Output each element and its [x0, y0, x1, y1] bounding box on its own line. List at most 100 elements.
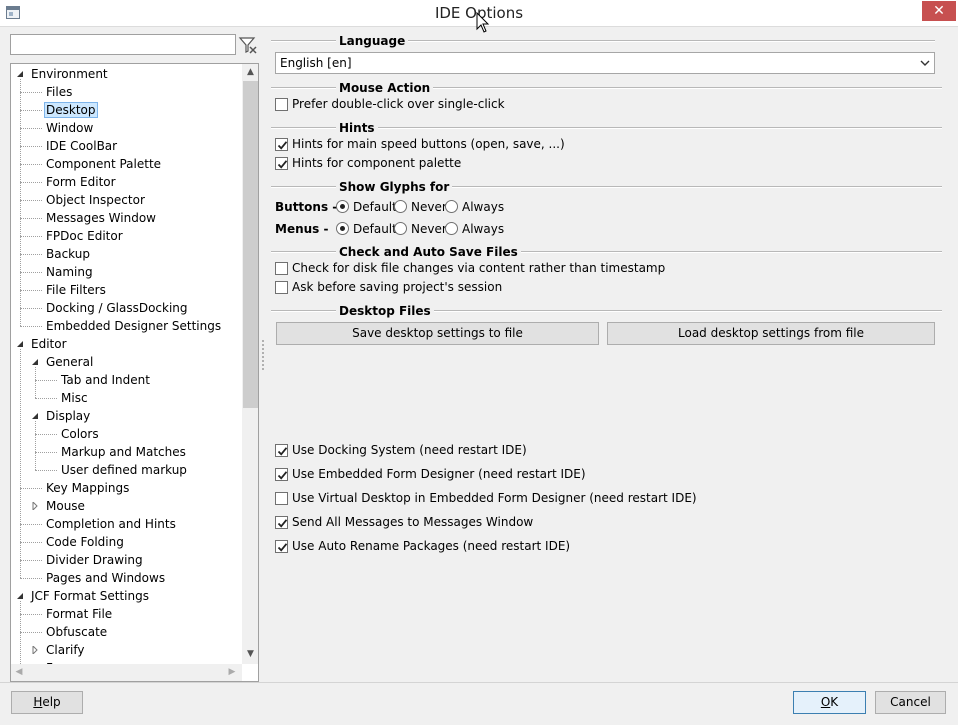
checkbox-box[interactable]	[275, 281, 288, 294]
checkbox-label: Use Virtual Desktop in Embedded Form Des…	[292, 491, 697, 505]
checkbox-label: Check for disk file changes via content …	[292, 261, 666, 275]
tree-guide-line	[20, 200, 42, 201]
tree-item[interactable]: Colors	[59, 425, 101, 443]
tree-vertical-scrollbar[interactable]: ▲ ▼	[242, 64, 258, 664]
tree-item[interactable]: Divider Drawing	[44, 551, 145, 569]
tree-item-label: Form Editor	[46, 175, 116, 189]
language-select-value: English [en]	[280, 56, 352, 70]
tree-item-label: Display	[46, 409, 91, 423]
filter-clear-icon[interactable]	[238, 35, 258, 55]
tree-item[interactable]: Environment	[29, 65, 110, 83]
tree-item[interactable]: JCF Format Settings	[29, 587, 151, 605]
tree-item[interactable]: Key Mappings	[44, 479, 131, 497]
tree-item[interactable]: Docking / GlassDocking	[44, 299, 190, 317]
tree-item[interactable]: File Filters	[44, 281, 108, 299]
tree-expanded-icon[interactable]	[16, 592, 24, 600]
tree-item-label: Obfuscate	[46, 625, 108, 639]
scroll-up-icon[interactable]: ▲	[245, 67, 256, 77]
tree-item-label: Files	[46, 85, 73, 99]
checkbox-box[interactable]	[275, 492, 288, 505]
tree-item[interactable]: Obfuscate	[44, 623, 109, 641]
tree-horizontal-scrollbar[interactable]: ◀ ▶	[11, 664, 242, 681]
language-select[interactable]: English [en]	[275, 52, 935, 74]
checkmark-icon	[277, 447, 288, 456]
tree-item[interactable]: Naming	[44, 263, 95, 281]
scroll-thumb[interactable]	[243, 81, 258, 408]
tree-guide-line	[20, 182, 42, 183]
ok-mnemonic: O	[820, 695, 831, 709]
tree-item[interactable]: Desktop	[44, 101, 98, 119]
tree-item[interactable]: Window	[44, 119, 95, 137]
tree-guide-line	[20, 164, 42, 165]
tree-guide-line	[20, 272, 42, 273]
tree-item[interactable]: Display	[44, 407, 92, 425]
tree-item[interactable]: Markup and Matches	[59, 443, 188, 461]
tree-guide-line	[20, 218, 42, 219]
tree-item[interactable]: IDE CoolBar	[44, 137, 119, 155]
tree-item-label: Tab and Indent	[61, 373, 150, 387]
ok-button[interactable]: OK	[793, 691, 866, 714]
tree-item[interactable]: Misc	[59, 389, 90, 407]
radio-circle[interactable]	[394, 200, 407, 213]
checkbox-box[interactable]	[275, 468, 288, 481]
load-desktop-settings-button[interactable]: Load desktop settings from file	[607, 322, 935, 345]
scroll-left-icon[interactable]: ◀	[14, 667, 24, 678]
tree-expanded-icon[interactable]	[31, 412, 39, 420]
checkbox-box[interactable]	[275, 157, 288, 170]
tree-collapsed-icon[interactable]	[31, 502, 39, 510]
radio-circle[interactable]	[394, 222, 407, 235]
tree-item[interactable]: Mouse	[44, 497, 87, 515]
tree-collapsed-icon[interactable]	[31, 646, 39, 654]
filter-input[interactable]	[10, 34, 236, 55]
tree-guide-line	[20, 488, 42, 489]
options-tree[interactable]: Environment Files Desktop Window IDE CoolBar…	[10, 63, 259, 682]
radio-circle[interactable]	[336, 200, 349, 213]
tree-item[interactable]: Pages and Windows	[44, 569, 167, 587]
tree-item[interactable]: Editor	[29, 335, 69, 353]
radio-label: Default	[353, 200, 397, 214]
tree-item[interactable]: Completion and Hints	[44, 515, 178, 533]
tree-item[interactable]: FPDoc Editor	[44, 227, 125, 245]
tree-item[interactable]: User defined markup	[59, 461, 189, 479]
menus-glyph-label: Menus -	[275, 222, 329, 236]
tree-item[interactable]: Code Folding	[44, 533, 126, 551]
tree-guide-line	[20, 308, 42, 309]
tree-item[interactable]: Embedded Designer Settings	[44, 317, 223, 335]
tree-expanded-icon[interactable]	[16, 340, 24, 348]
tree-guide-line	[20, 236, 42, 237]
save-desktop-settings-button[interactable]: Save desktop settings to file	[276, 322, 599, 345]
checkbox-box[interactable]	[275, 516, 288, 529]
checkbox-box[interactable]	[275, 262, 288, 275]
tree-item[interactable]: Messages Window	[44, 209, 158, 227]
checkbox-label: Hints for component palette	[292, 156, 462, 170]
tree-item[interactable]: Form Editor	[44, 173, 118, 191]
tree-item[interactable]: Component Palette	[44, 155, 163, 173]
panel-splitter[interactable]	[262, 340, 264, 370]
radio-circle[interactable]	[336, 222, 349, 235]
radio-label: Never	[411, 200, 447, 214]
checkbox-label: Use Auto Rename Packages (need restart I…	[292, 539, 571, 553]
checkbox-box[interactable]	[275, 98, 288, 111]
radio-circle[interactable]	[445, 200, 458, 213]
tree-item[interactable]: Tab and Indent	[59, 371, 152, 389]
tree-item[interactable]: Format File	[44, 605, 114, 623]
checkbox-box[interactable]	[275, 444, 288, 457]
tree-expanded-icon[interactable]	[16, 70, 24, 78]
checkbox-box[interactable]	[275, 540, 288, 553]
help-label-rest: elp	[42, 695, 61, 709]
cancel-button[interactable]: Cancel	[875, 691, 946, 714]
tree-guide-line	[20, 254, 42, 255]
tree-item[interactable]: Backup	[44, 245, 92, 263]
checkbox-box[interactable]	[275, 138, 288, 151]
help-button[interactable]: Help	[11, 691, 83, 714]
radio-circle[interactable]	[445, 222, 458, 235]
scroll-down-icon[interactable]: ▼	[245, 649, 256, 659]
tree-item-label: IDE CoolBar	[46, 139, 118, 153]
tree-expanded-icon[interactable]	[31, 358, 39, 366]
close-button[interactable]: ✕	[922, 1, 956, 21]
tree-item[interactable]: General	[44, 353, 95, 371]
tree-item[interactable]: Files	[44, 83, 74, 101]
tree-item[interactable]: Object Inspector	[44, 191, 147, 209]
scroll-right-icon[interactable]: ▶	[227, 667, 237, 678]
tree-item[interactable]: Clarify	[44, 641, 86, 659]
